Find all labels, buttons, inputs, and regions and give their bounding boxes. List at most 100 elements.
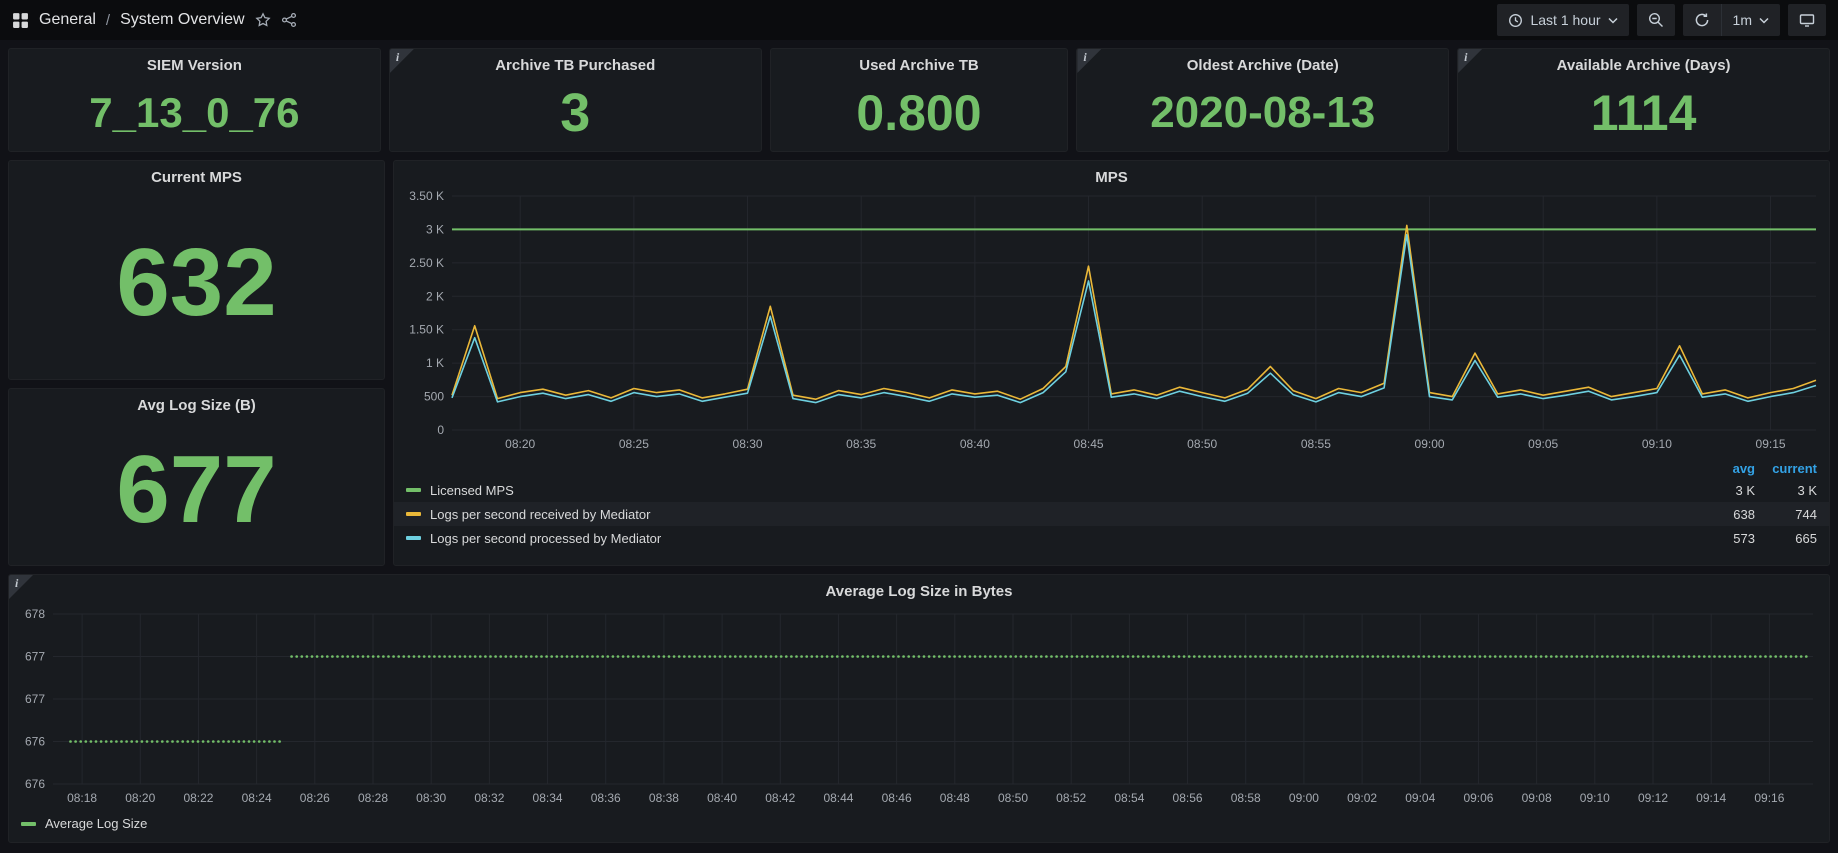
series-color-swatch [406, 536, 421, 540]
breadcrumb-dashboard-title[interactable]: System Overview [120, 11, 244, 29]
legend-row-logs-processed[interactable]: Logs per second processed by Mediator 57… [394, 526, 1829, 550]
refresh-interval-label: 1m [1733, 12, 1752, 28]
svg-text:08:48: 08:48 [940, 791, 970, 805]
svg-text:678: 678 [25, 607, 45, 621]
panel-archive-tb-purchased: i Archive TB Purchased 3 [389, 48, 762, 152]
series-current-value: 3 K [1755, 483, 1817, 498]
legend-header: avg current [394, 458, 1829, 478]
share-icon[interactable] [281, 12, 297, 28]
svg-text:08:42: 08:42 [765, 791, 795, 805]
stat-value: 0.800 [771, 74, 1068, 151]
svg-text:08:50: 08:50 [1187, 437, 1217, 451]
svg-text:09:15: 09:15 [1755, 437, 1785, 451]
svg-text:3 K: 3 K [425, 222, 443, 236]
svg-text:09:08: 09:08 [1522, 791, 1552, 805]
panel-title[interactable]: Available Archive (Days) [1458, 49, 1829, 74]
series-color-swatch [21, 822, 36, 826]
legend-row-licensed-mps[interactable]: Licensed MPS 3 K 3 K [394, 478, 1829, 502]
svg-text:08:25: 08:25 [618, 437, 648, 451]
panel-title[interactable]: Average Log Size in Bytes [9, 575, 1829, 600]
svg-text:09:04: 09:04 [1405, 791, 1435, 805]
zoom-out-button[interactable] [1637, 4, 1675, 36]
breadcrumb: General / System Overview [12, 11, 297, 29]
svg-text:09:10: 09:10 [1641, 437, 1671, 451]
svg-text:676: 676 [25, 735, 45, 749]
panel-title[interactable]: Archive TB Purchased [390, 49, 761, 74]
panel-title[interactable]: SIEM Version [9, 49, 380, 74]
time-range-label: Last 1 hour [1530, 12, 1600, 28]
svg-text:1.50 K: 1.50 K [409, 323, 444, 337]
bottom-row: i Average Log Size in Bytes 08:1808:2008… [8, 574, 1830, 843]
svg-text:677: 677 [25, 650, 45, 664]
series-avg-value: 3 K [1693, 483, 1755, 498]
svg-text:08:54: 08:54 [1114, 791, 1144, 805]
svg-text:08:24: 08:24 [242, 791, 272, 805]
svg-text:08:36: 08:36 [591, 791, 621, 805]
svg-text:08:32: 08:32 [474, 791, 504, 805]
mps-legend: avg current Licensed MPS 3 K 3 K Logs pe… [394, 458, 1829, 550]
stat-value: 1114 [1458, 74, 1829, 151]
svg-text:08:58: 08:58 [1231, 791, 1261, 805]
refresh-icon [1694, 12, 1710, 28]
svg-text:09:12: 09:12 [1638, 791, 1668, 805]
svg-text:09:02: 09:02 [1347, 791, 1377, 805]
svg-text:677: 677 [25, 692, 45, 706]
svg-text:08:22: 08:22 [183, 791, 213, 805]
svg-text:08:52: 08:52 [1056, 791, 1086, 805]
refresh-button[interactable] [1683, 4, 1722, 36]
panel-avg-log-size-b: Avg Log Size (B) 677 [8, 388, 385, 566]
stat-value: 2020-08-13 [1077, 74, 1448, 151]
svg-text:08:28: 08:28 [358, 791, 388, 805]
mps-chart[interactable]: 08:2008:2508:3008:3508:4008:4508:5008:55… [398, 188, 1826, 456]
svg-text:08:20: 08:20 [125, 791, 155, 805]
stat-value: 677 [9, 414, 384, 565]
svg-text:08:20: 08:20 [505, 437, 535, 451]
svg-text:08:35: 08:35 [846, 437, 876, 451]
star-icon[interactable] [255, 12, 271, 28]
series-color-swatch [406, 488, 421, 492]
svg-text:09:00: 09:00 [1289, 791, 1319, 805]
svg-text:08:40: 08:40 [707, 791, 737, 805]
panel-title[interactable]: Oldest Archive (Date) [1077, 49, 1448, 74]
dashboard-controls: Last 1 hour 1m [1497, 4, 1826, 36]
series-avg-value: 638 [1693, 507, 1755, 522]
series-current-value: 744 [1755, 507, 1817, 522]
svg-text:08:34: 08:34 [533, 791, 563, 805]
panel-title[interactable]: Used Archive TB [771, 49, 1068, 74]
series-name: Logs per second received by Mediator [430, 507, 1693, 522]
legend-column-avg[interactable]: avg [1693, 461, 1755, 476]
svg-text:08:38: 08:38 [649, 791, 679, 805]
panel-title[interactable]: Current MPS [9, 161, 384, 186]
clock-icon [1508, 13, 1523, 28]
dashboard-grid: SIEM Version 7_13_0_76 i Archive TB Purc… [0, 40, 1838, 851]
svg-text:09:00: 09:00 [1414, 437, 1444, 451]
svg-text:08:30: 08:30 [416, 791, 446, 805]
zoom-out-icon [1648, 12, 1664, 28]
svg-text:08:45: 08:45 [1073, 437, 1103, 451]
legend-column-current[interactable]: current [1755, 461, 1817, 476]
panel-title[interactable]: Avg Log Size (B) [9, 389, 384, 414]
caret-down-icon [1608, 17, 1618, 24]
stat-value: 7_13_0_76 [9, 74, 380, 151]
panel-available-archive-days: i Available Archive (Days) 1114 [1457, 48, 1830, 152]
average-log-size-chart[interactable]: 08:1808:2008:2208:2408:2608:2808:3008:32… [13, 602, 1825, 812]
refresh-interval-dropdown[interactable]: 1m [1722, 4, 1780, 36]
cycle-view-button[interactable] [1788, 4, 1826, 36]
panel-title[interactable]: MPS [394, 161, 1829, 186]
svg-text:676: 676 [25, 777, 45, 791]
legend-row-logs-received[interactable]: Logs per second received by Mediator 638… [394, 502, 1829, 526]
dashboards-grid-icon[interactable] [12, 12, 29, 29]
time-range-picker[interactable]: Last 1 hour [1497, 4, 1628, 36]
middle-row: Current MPS 632 Avg Log Size (B) 677 MPS… [8, 160, 1830, 566]
top-navbar: General / System Overview Last 1 hour [0, 0, 1838, 40]
series-current-value: 665 [1755, 531, 1817, 546]
svg-text:09:05: 09:05 [1528, 437, 1558, 451]
svg-text:08:40: 08:40 [959, 437, 989, 451]
breadcrumb-folder[interactable]: General [39, 11, 96, 29]
average-log-size-legend[interactable]: Average Log Size [9, 812, 1829, 831]
series-color-swatch [406, 512, 421, 516]
series-name: Logs per second processed by Mediator [430, 531, 1693, 546]
svg-text:08:30: 08:30 [732, 437, 762, 451]
series-name: Average Log Size [45, 816, 147, 831]
svg-text:09:06: 09:06 [1463, 791, 1493, 805]
